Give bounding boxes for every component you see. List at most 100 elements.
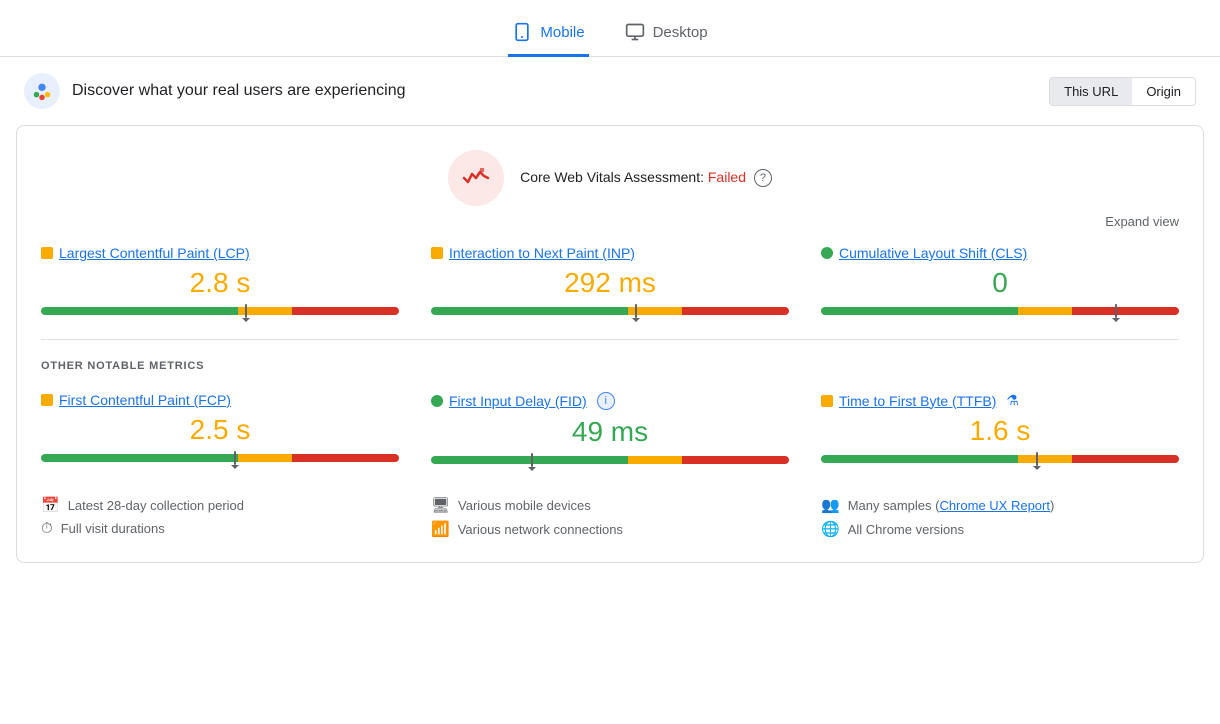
section-divider [41,339,1179,340]
main-card: Core Web Vitals Assessment: Failed ? Exp… [16,125,1204,563]
metric-inp: Interaction to Next Paint (INP) 292 ms [431,245,789,315]
tab-desktop-label: Desktop [653,24,708,41]
fid-bar-orange [628,456,682,464]
footer-full-visit-text: Full visit durations [61,521,165,536]
metric-fcp-label-row: First Contentful Paint (FCP) [41,392,399,408]
chrome-ux-report-link[interactable]: Chrome UX Report [939,498,1050,513]
core-metrics-grid: Largest Contentful Paint (LCP) 2.8 s Int… [41,245,1179,315]
footer-collection-text: Latest 28-day collection period [68,498,244,513]
calendar-icon: 📅 [41,496,60,514]
metric-fcp-bar [41,454,399,462]
metric-cls-label-row: Cumulative Layout Shift (CLS) [821,245,1179,261]
metric-inp-value: 292 ms [431,267,789,299]
footer-col3: 👥 Many samples (Chrome UX Report) 🌐 All … [821,496,1179,538]
metric-fid-value: 49 ms [431,416,789,448]
footer-chrome-versions: 🌐 All Chrome versions [821,520,1179,538]
ttfb-bar-green [821,455,1018,463]
tab-mobile[interactable]: Mobile [508,12,588,57]
wifi-icon: 📶 [431,520,450,538]
fcp-bar-green [41,454,238,462]
fcp-bar-orange [238,454,292,462]
metric-fid-label-row: First Input Delay (FID) i [431,392,789,410]
metric-fcp-name[interactable]: First Contentful Paint (FCP) [59,392,231,408]
assessment-info-icon[interactable]: ? [754,169,772,187]
fcp-bar-red [292,454,399,462]
ttfb-bar-marker [1036,452,1038,466]
fid-bar-red [682,456,789,464]
ttfb-beaker-icon: ⚗ [1006,392,1019,409]
metric-ttfb-value: 1.6 s [821,415,1179,447]
footer-mobile-text: Various mobile devices [458,498,591,513]
metric-fcp-dot [41,394,53,406]
footer-samples: 👥 Many samples (Chrome UX Report) [821,496,1179,514]
metric-inp-bar [431,307,789,315]
fcp-bar-marker [234,451,236,465]
fid-bar-marker [531,453,533,467]
ttfb-bar-orange [1018,455,1072,463]
metric-fcp: First Contentful Paint (FCP) 2.5 s [41,392,399,464]
metric-lcp-label-row: Largest Contentful Paint (LCP) [41,245,399,261]
metric-inp-dot [431,247,443,259]
lcp-bar-red [292,307,399,315]
metric-cls-name[interactable]: Cumulative Layout Shift (CLS) [839,245,1027,261]
lcp-bar-green [41,307,238,315]
this-url-button[interactable]: This URL [1050,78,1132,105]
metric-ttfb-name[interactable]: Time to First Byte (TTFB) [839,393,996,409]
cls-bar-green [821,307,1018,315]
footer-samples-text: Many samples (Chrome UX Report) [848,498,1055,513]
other-metrics-label: OTHER NOTABLE METRICS [41,360,1179,372]
metric-inp-name[interactable]: Interaction to Next Paint (INP) [449,245,635,261]
footer-network: 📶 Various network connections [431,520,789,538]
users-icon: 👥 [821,496,840,514]
lcp-bar-marker [245,304,247,318]
metric-ttfb: Time to First Byte (TTFB) ⚗ 1.6 s [821,392,1179,464]
origin-button[interactable]: Origin [1132,78,1195,105]
metric-ttfb-dot [821,395,833,407]
tab-mobile-label: Mobile [540,24,584,41]
tab-desktop[interactable]: Desktop [621,12,712,57]
other-metrics-grid: First Contentful Paint (FCP) 2.5 s First… [41,392,1179,464]
mobile-icon [512,22,532,42]
metric-lcp-dot [41,247,53,259]
footer-col1: 📅 Latest 28-day collection period ⏱ Full… [41,496,399,538]
metric-fid-name[interactable]: First Input Delay (FID) [449,393,587,409]
ttfb-bar-red [1072,455,1179,463]
chrome-icon: 🌐 [821,520,840,538]
assessment-title: Core Web Vitals Assessment: [520,169,704,185]
header-section: Discover what your real users are experi… [0,57,1220,125]
metric-cls-bar [821,307,1179,315]
footer-chrome-text: All Chrome versions [848,522,964,537]
cls-bar-marker [1115,304,1117,318]
metric-fcp-value: 2.5 s [41,414,399,446]
assessment-header: Core Web Vitals Assessment: Failed ? [41,150,1179,206]
metric-ttfb-bar [821,455,1179,463]
footer-info: 📅 Latest 28-day collection period ⏱ Full… [41,488,1179,538]
footer-network-text: Various network connections [458,522,623,537]
tab-bar: Mobile Desktop [0,0,1220,57]
footer-collection-period: 📅 Latest 28-day collection period [41,496,399,514]
fid-bar-green [431,456,628,464]
inp-bar-marker [635,304,637,318]
metric-ttfb-label-row: Time to First Byte (TTFB) ⚗ [821,392,1179,409]
clock-icon: ⏱ [41,520,53,537]
header-title: Discover what your real users are experi… [72,82,405,100]
inp-bar-red [682,307,789,315]
footer-full-visit: ⏱ Full visit durations [41,520,399,537]
metric-lcp-bar [41,307,399,315]
inp-bar-green [431,307,628,315]
footer-mobile-devices: 🖥 Various mobile devices [431,496,789,514]
metric-cls-dot [821,247,833,259]
metric-lcp-value: 2.8 s [41,267,399,299]
assessment-text: Core Web Vitals Assessment: Failed ? [520,169,772,187]
metric-inp-label-row: Interaction to Next Paint (INP) [431,245,789,261]
metric-cls: Cumulative Layout Shift (CLS) 0 [821,245,1179,315]
expand-view[interactable]: Expand view [41,214,1179,229]
fid-info-icon[interactable]: i [597,392,615,410]
metric-fid-dot [431,395,443,407]
url-origin-toggle: This URL Origin [1049,77,1196,106]
footer-col2: 🖥 Various mobile devices 📶 Various netwo… [431,496,789,538]
metric-lcp-name[interactable]: Largest Contentful Paint (LCP) [59,245,250,261]
monitor-icon: 🖥 [431,496,450,514]
cls-bar-orange [1018,307,1072,315]
cls-bar-red [1072,307,1179,315]
